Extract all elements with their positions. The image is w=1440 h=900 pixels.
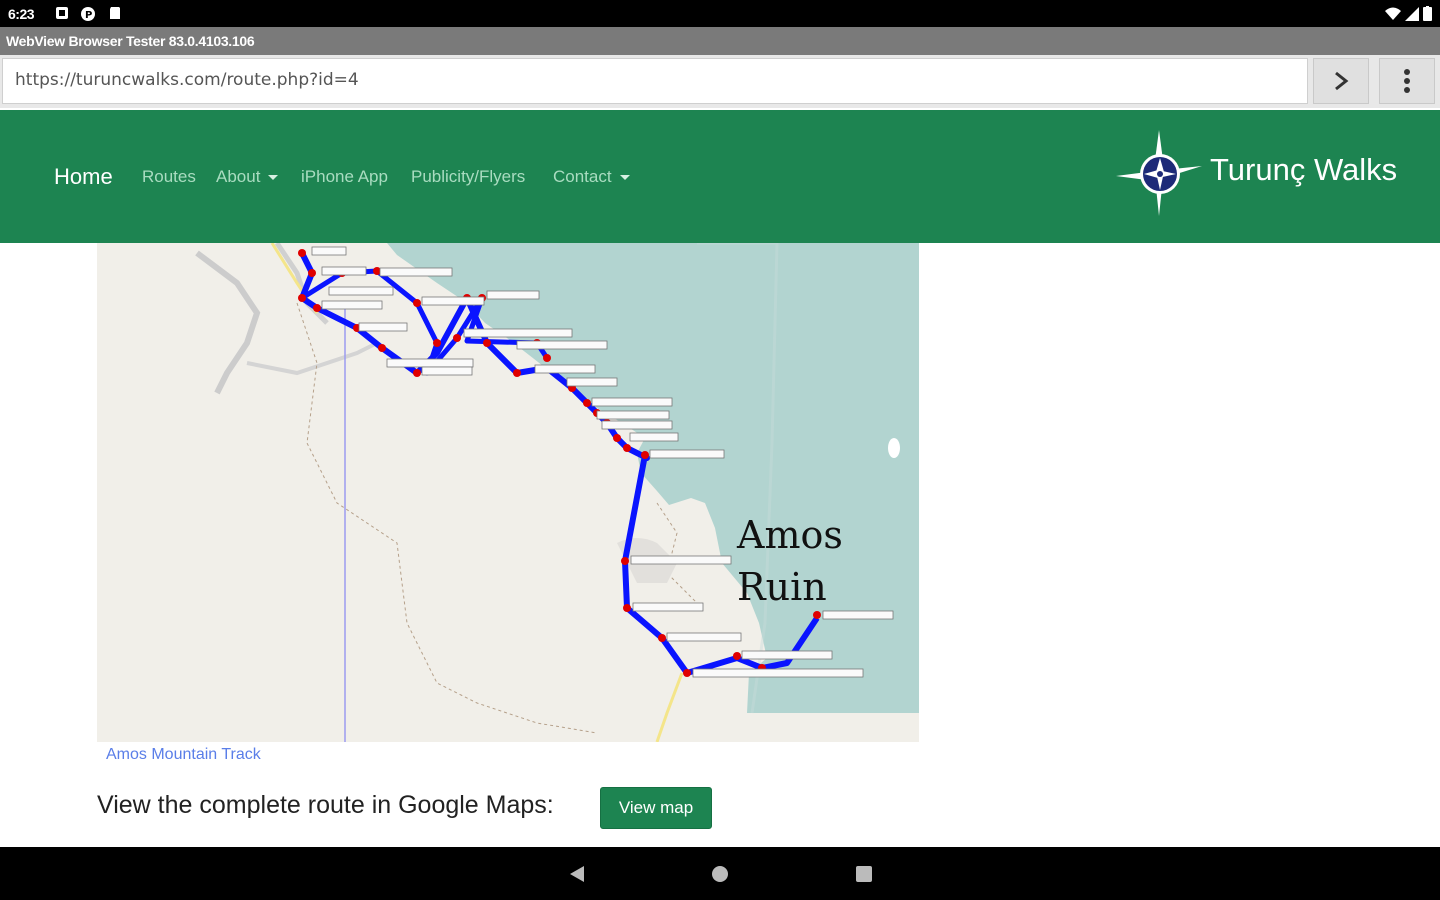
status-right-icons: [1385, 6, 1432, 21]
nav-about-label: About: [216, 167, 261, 186]
battery-icon: [1423, 6, 1432, 21]
nav-iphone-app-link[interactable]: iPhone App: [301, 167, 388, 187]
nav-home-link[interactable]: Home: [54, 164, 113, 190]
route-map[interactable]: Amos Ruin: [97, 243, 919, 742]
google-maps-prompt: View the complete route in Google Maps:: [97, 791, 554, 819]
notification-icon: [55, 6, 69, 20]
nav-publicity-link[interactable]: Publicity/Flyers: [411, 167, 525, 187]
more-vertical-icon: [1404, 69, 1410, 93]
recents-button[interactable]: [850, 860, 878, 888]
nav-about-dropdown[interactable]: About: [216, 167, 279, 187]
url-field-container: [2, 58, 1308, 104]
map-caption-link[interactable]: Amos Mountain Track: [106, 746, 261, 764]
map-label-amos: Amos: [736, 513, 843, 557]
site-navbar: Home Routes About iPhone App Publicity/F…: [0, 110, 1440, 243]
app-notification-icon: P: [80, 6, 95, 21]
system-nav-bar: [0, 847, 1440, 900]
status-bar: 6:23 P: [0, 0, 1440, 27]
caret-down-icon: [268, 175, 279, 181]
back-button[interactable]: [562, 860, 590, 888]
chevron-right-icon: [1335, 71, 1349, 91]
go-button[interactable]: [1313, 58, 1369, 104]
back-triangle-icon: [570, 866, 584, 882]
overflow-menu-button[interactable]: [1379, 58, 1435, 104]
status-time: 6:23: [8, 6, 35, 22]
map-label-ruin: Ruin: [737, 565, 827, 609]
wifi-icon: [1385, 7, 1401, 20]
route-map-image: Amos Ruin: [97, 243, 919, 742]
compass-logo-icon[interactable]: [1114, 128, 1204, 218]
view-map-button[interactable]: View map: [600, 787, 712, 829]
app-title: WebView Browser Tester 83.0.4103.106: [6, 33, 255, 49]
svg-text:P: P: [85, 10, 92, 21]
home-circle-icon: [712, 866, 728, 882]
url-input[interactable]: [13, 59, 1297, 101]
caret-down-icon: [619, 175, 630, 181]
recents-square-icon: [856, 866, 872, 882]
home-button[interactable]: [706, 860, 734, 888]
url-toolbar: [0, 55, 1440, 108]
brand-name[interactable]: Turunç Walks: [1210, 152, 1397, 188]
nav-contact-dropdown[interactable]: Contact: [553, 167, 630, 187]
signal-icon: [1405, 6, 1419, 21]
sd-card-icon: [108, 6, 122, 20]
nav-contact-label: Contact: [553, 167, 612, 186]
app-title-bar: WebView Browser Tester 83.0.4103.106: [0, 27, 1440, 55]
nav-routes-link[interactable]: Routes: [142, 167, 196, 187]
